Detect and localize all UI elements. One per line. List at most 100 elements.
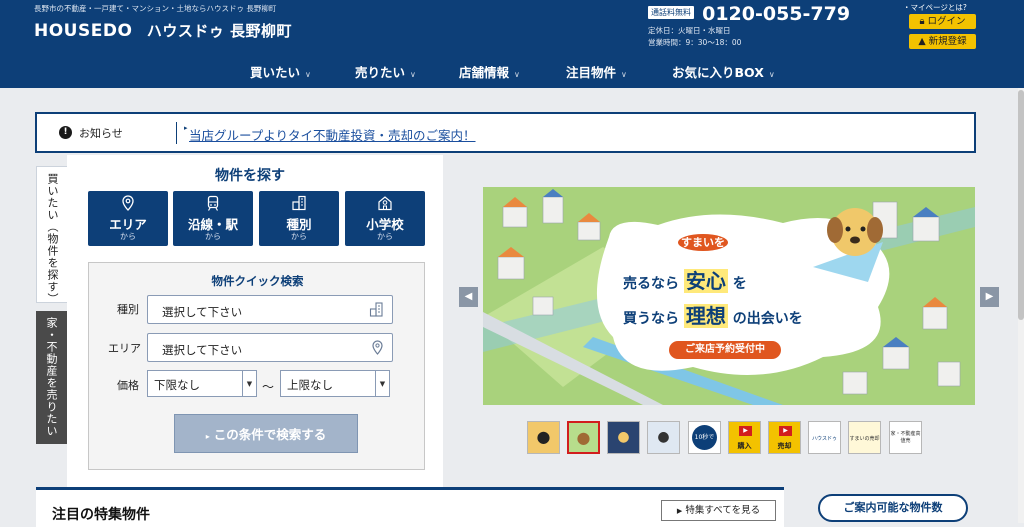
- carousel-thumb[interactable]: 購入 ▶: [728, 421, 761, 454]
- banner-line2b: 理想: [683, 304, 728, 328]
- store-hours: 定休日：火曜日・水曜日 営業時間：9：30～18：00: [648, 25, 741, 49]
- quick-search-title: 物件クイック検索: [211, 274, 304, 288]
- carousel-next-button[interactable]: ▶: [980, 287, 999, 307]
- building-icon: [369, 302, 384, 321]
- tab-buy-label: 買いたい（物件を探す）: [46, 173, 59, 305]
- scrollbar-thumb[interactable]: [1018, 90, 1024, 320]
- chevron-down-icon: ∨: [621, 70, 627, 79]
- notice-link[interactable]: 当店グループよりタイ不動産投資・売却のご案内！: [189, 125, 476, 144]
- hero-banner[interactable]: すまいを 売るなら 安心 を 買うなら 理想 の出会いを ご来店予約受付中: [483, 187, 975, 405]
- login-button[interactable]: 🔒︎ ログイン: [909, 14, 976, 29]
- banner-line1c: を: [732, 276, 747, 292]
- site-logo[interactable]: HOUSEDO ハウスドゥ 長野柳町: [34, 20, 292, 41]
- featured-title: 注目の特集物件: [52, 507, 150, 523]
- site-header: 長野市の不動産・一戸建て・マンション・土地ならハウスドゥ 長野柳町 HOUSED…: [0, 0, 1024, 88]
- search-submit-label: この条件で検索する: [213, 427, 327, 442]
- carousel-prev-button[interactable]: ◀: [459, 287, 478, 307]
- carousel-thumb[interactable]: ●: [527, 421, 560, 454]
- lock-icon: 🔒︎: [919, 16, 925, 27]
- range-tilde: ～: [262, 380, 275, 394]
- tel-block[interactable]: 通話料無料 0120-055-779: [648, 3, 850, 25]
- person-icon: ●: [657, 429, 670, 445]
- carousel-thumb[interactable]: ●: [607, 421, 640, 454]
- triangle-right-icon: ▸: [184, 124, 188, 132]
- price-min-value: 下限なし: [154, 378, 200, 392]
- area-select[interactable]: 選択して下さい: [147, 333, 393, 362]
- notice-bar: ! お知らせ ▸ 当店グループよりタイ不動産投資・売却のご案内！: [35, 112, 976, 153]
- logo-jp: ハウスドゥ 長野柳町: [146, 22, 293, 40]
- nav-favorites-label: お気に入りBOX: [672, 65, 764, 80]
- carousel-thumb[interactable]: 10秒で: [688, 421, 721, 454]
- chevron-down-icon: ∨: [768, 70, 775, 79]
- nav-sell[interactable]: 売りたい ∨: [355, 62, 416, 81]
- open-hours: 営業時間：9：30～18：00: [648, 38, 742, 47]
- thumb-label: ハウスドゥ: [811, 436, 837, 442]
- mypage-info-link[interactable]: ・マイページとは?: [903, 2, 967, 13]
- nav-favorites[interactable]: お気に入りBOX ∨: [672, 62, 775, 81]
- chevron-down-icon: ∨: [514, 70, 520, 79]
- area-label: エリア: [108, 342, 141, 355]
- nav-featured[interactable]: 注目物件 ∨: [566, 62, 627, 81]
- dog-mascot-icon: ●: [536, 427, 551, 446]
- nav-store[interactable]: 店舗情報 ∨: [459, 62, 520, 81]
- search-by-school-button[interactable]: 小学校 から: [345, 191, 425, 246]
- banner-illustration: [483, 187, 975, 405]
- carousel-thumb-selected[interactable]: ●: [567, 421, 600, 454]
- chevron-down-icon: ∨: [410, 70, 416, 79]
- caret-down-icon: ▼: [242, 371, 256, 396]
- type-label: 種別: [117, 303, 139, 316]
- search-by-type-button[interactable]: 種別 から: [259, 191, 339, 246]
- type-select[interactable]: 選択して下さい: [147, 295, 393, 324]
- area-select-value: 選択して下さい: [162, 343, 243, 357]
- logo-en: HOUSEDO: [34, 21, 133, 41]
- tab-sell-label: 家・不動産を売りたい: [45, 317, 58, 437]
- nav-buy-label: 買いたい: [250, 65, 301, 80]
- price-min-select[interactable]: 下限なし ▼: [147, 370, 257, 397]
- carousel-thumb[interactable]: 売却 ▶: [768, 421, 801, 454]
- nav-sell-label: 売りたい: [355, 65, 406, 80]
- banner-line1: 売るなら 安心 を: [623, 265, 747, 294]
- chevron-down-icon: ∨: [305, 70, 311, 79]
- available-properties-button[interactable]: ご案内可能な物件数: [818, 494, 968, 522]
- triangle-right-icon: ▶: [676, 507, 683, 515]
- closed-days: 定休日：火曜日・水曜日: [648, 26, 731, 35]
- register-button[interactable]: ▲ 新規登録: [909, 34, 976, 49]
- category-sub: から: [120, 232, 136, 241]
- triangle-right-icon: ▸: [205, 432, 210, 441]
- category-sub: から: [291, 232, 307, 241]
- carousel-thumb[interactable]: ●: [647, 421, 680, 454]
- tel-number[interactable]: 0120-055-779: [702, 3, 850, 25]
- search-by-area-button[interactable]: エリア から: [88, 191, 168, 246]
- school-icon: [345, 195, 425, 214]
- register-label: 新規登録: [928, 36, 967, 47]
- view-all-label: 特集すべてを見る: [685, 505, 761, 516]
- banner-cta[interactable]: ご来店予約受付中: [669, 341, 781, 359]
- category-sub: から: [205, 232, 221, 241]
- carousel-thumb[interactable]: すまいの売却: [848, 421, 881, 454]
- map-pin-icon: [88, 195, 168, 214]
- featured-section: 注目の特集物件 ▶ 特集すべてを見る: [36, 487, 784, 527]
- banner-line0: すまいを: [678, 234, 728, 251]
- nav-buy[interactable]: 買いたい ∨: [250, 62, 311, 81]
- info-icon: !: [59, 126, 72, 139]
- carousel-thumb[interactable]: ハウスドゥ: [808, 421, 841, 454]
- carousel-thumb[interactable]: 家・不動産高値売: [889, 421, 922, 454]
- tab-sell[interactable]: 家・不動産を売りたい: [36, 311, 67, 444]
- tel-free-badge: 通話料無料: [648, 6, 694, 19]
- dog-mascot-icon: ●: [576, 428, 591, 447]
- login-label: ログイン: [927, 16, 966, 27]
- notice-divider: [176, 122, 177, 144]
- banner-line2a: 買うなら: [623, 311, 679, 327]
- main-nav: 買いたい ∨ 売りたい ∨ 店舗情報 ∨ 注目物件 ∨ お気に入りBOX ∨: [0, 56, 1024, 86]
- notice-label: お知らせ: [79, 127, 123, 140]
- banner-line1a: 売るなら: [623, 276, 679, 292]
- chevron-right-icon: ▶: [985, 291, 994, 302]
- price-max-select[interactable]: 上限なし ▼: [280, 370, 390, 397]
- search-submit-button[interactable]: ▸ この条件で検索する: [174, 414, 358, 453]
- view-all-featured-button[interactable]: ▶ 特集すべてを見る: [661, 500, 776, 521]
- thumb-label: 家・不動産高値売: [890, 431, 921, 444]
- train-icon: [173, 195, 253, 214]
- search-by-line-button[interactable]: 沿線・駅 から: [173, 191, 253, 246]
- thumb-label: 10秒で: [692, 425, 717, 450]
- tab-buy[interactable]: 買いたい（物件を探す）: [36, 166, 67, 305]
